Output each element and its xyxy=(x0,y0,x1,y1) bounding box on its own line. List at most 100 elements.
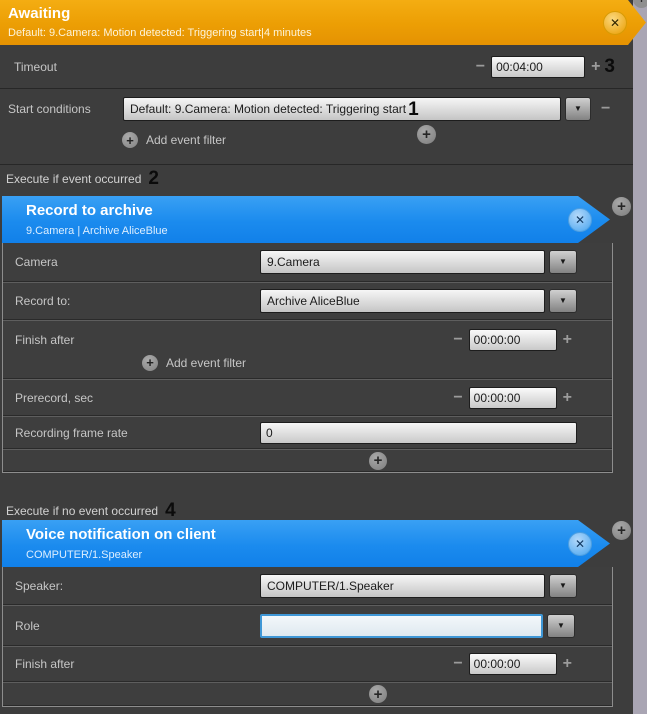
record-panel-body: Camera 9.Camera ▼ Record to: Archive Ali… xyxy=(2,243,613,473)
record-to-value: Archive AliceBlue xyxy=(267,294,360,308)
timeout-input[interactable] xyxy=(491,56,585,78)
role-row: Role ▼ xyxy=(3,605,612,646)
voice-panel-body: Speaker: COMPUTER/1.Speaker ▼ Role ▼ xyxy=(2,567,613,707)
timeout-increment-button[interactable]: + xyxy=(591,59,600,75)
camera-select[interactable]: 9.Camera xyxy=(260,250,545,274)
section-execute-no-event-label: Execute if no event occurred xyxy=(6,504,158,518)
section-execute-event: Execute if event occurred 2 xyxy=(6,169,159,188)
finish-after-input[interactable] xyxy=(469,329,557,351)
voice-panel-subtitle: COMPUTER/1.Speaker xyxy=(26,549,142,561)
timeout-row: Timeout − + 3 xyxy=(0,45,633,89)
plus-icon: + xyxy=(374,687,383,702)
window-subtitle: Default: 9.Camera: Motion detected: Trig… xyxy=(8,27,312,39)
remove-condition-button[interactable]: − xyxy=(601,101,610,117)
record-add-row: + xyxy=(3,449,612,472)
add-action-button-no-event[interactable]: + xyxy=(612,521,631,540)
chevron-down-icon: ▼ xyxy=(557,622,565,630)
voice-finish-after-label: Finish after xyxy=(15,657,260,671)
speaker-select[interactable]: COMPUTER/1.Speaker xyxy=(260,574,545,598)
add-event-filter-icon: + xyxy=(122,132,138,148)
finish-after-decrement-button[interactable]: − xyxy=(453,332,462,348)
finish-after-label: Finish after xyxy=(15,333,260,347)
record-to-row: Record to: Archive AliceBlue ▼ xyxy=(3,282,612,320)
start-conditions-row: Start conditions Default: 9.Camera: Moti… xyxy=(0,89,633,121)
record-add-event-filter[interactable]: + Add event filter xyxy=(142,355,602,371)
record-to-archive-panel: Record to archive 9.Camera | Archive Ali… xyxy=(0,196,633,473)
close-button[interactable]: ✕ xyxy=(603,11,627,35)
voice-panel-header: Voice notification on client COMPUTER/1.… xyxy=(2,520,610,567)
camera-value: 9.Camera xyxy=(267,255,320,269)
close-icon: ✕ xyxy=(575,213,585,227)
record-add-button[interactable]: + xyxy=(369,452,387,470)
prerecord-input[interactable] xyxy=(469,387,557,409)
record-to-label: Record to: xyxy=(15,294,260,308)
finish-after-increment-button[interactable]: + xyxy=(563,332,572,348)
camera-label: Camera xyxy=(15,255,260,269)
chevron-down-icon: ▼ xyxy=(559,582,567,590)
finish-after-spinner: − + xyxy=(453,329,572,351)
voice-add-row: + xyxy=(3,682,612,706)
add-event-filter-label: Add event filter xyxy=(146,133,226,147)
record-add-event-filter-label: Add event filter xyxy=(166,356,246,370)
record-panel-subtitle: 9.Camera | Archive AliceBlue xyxy=(26,225,168,237)
frame-rate-input[interactable] xyxy=(260,422,577,444)
role-label: Role xyxy=(15,619,260,633)
add-action-button-event[interactable]: + xyxy=(612,197,631,216)
record-panel-close-button[interactable]: ✕ xyxy=(568,208,592,232)
chevron-down-icon: ▼ xyxy=(559,258,567,266)
frame-rate-label: Recording frame rate xyxy=(15,426,260,440)
close-icon: ✕ xyxy=(575,537,585,551)
section-execute-no-event: Execute if no event occurred 4 xyxy=(6,501,176,520)
role-dropdown-button[interactable]: ▼ xyxy=(547,614,575,638)
voice-finish-after-input[interactable] xyxy=(469,653,557,675)
close-icon: ✕ xyxy=(610,16,620,30)
annotation-1: 1 xyxy=(408,100,419,119)
window-title: Awaiting xyxy=(8,5,70,22)
plus-icon: + xyxy=(617,199,626,214)
voice-panel-close-button[interactable]: ✕ xyxy=(568,532,592,556)
record-panel-header: Record to archive 9.Camera | Archive Ali… xyxy=(2,196,610,243)
plus-icon: + xyxy=(617,523,626,538)
annotation-2: 2 xyxy=(148,169,159,188)
speaker-label: Speaker: xyxy=(15,579,260,593)
record-to-select[interactable]: Archive AliceBlue xyxy=(260,289,545,313)
role-select[interactable] xyxy=(260,614,543,638)
voice-finish-after-spinner: − + xyxy=(453,653,572,675)
chevron-down-icon: ▼ xyxy=(559,297,567,305)
timeout-label: Timeout xyxy=(14,60,57,74)
finish-after-row: Finish after − + + Add event filter xyxy=(3,320,612,379)
start-conditions-block: Start conditions Default: 9.Camera: Moti… xyxy=(0,89,633,165)
chevron-down-icon: ▼ xyxy=(574,105,582,113)
prerecord-spinner: − + xyxy=(453,387,572,409)
window-header: Awaiting Default: 9.Camera: Motion detec… xyxy=(0,0,646,45)
start-conditions-value: Default: 9.Camera: Motion detected: Trig… xyxy=(130,102,406,116)
voice-add-button[interactable]: + xyxy=(369,685,387,703)
awaiting-dialog: + Awaiting Default: 9.Camera: Motion det… xyxy=(0,0,647,714)
frame-rate-row: Recording frame rate xyxy=(3,416,612,449)
prerecord-row: Prerecord, sec − + xyxy=(3,379,612,416)
camera-dropdown-button[interactable]: ▼ xyxy=(549,250,577,274)
add-event-filter[interactable]: + Add event filter xyxy=(122,132,633,148)
record-to-dropdown-button[interactable]: ▼ xyxy=(549,289,577,313)
annotation-4: 4 xyxy=(165,501,176,520)
start-conditions-dropdown-button[interactable]: ▼ xyxy=(565,97,591,121)
add-event-filter-icon: + xyxy=(142,355,158,371)
start-conditions-select[interactable]: Default: 9.Camera: Motion detected: Trig… xyxy=(123,97,561,121)
record-panel-title: Record to archive xyxy=(26,202,153,219)
plus-icon: + xyxy=(374,453,383,468)
speaker-dropdown-button[interactable]: ▼ xyxy=(549,574,577,598)
prerecord-decrement-button[interactable]: − xyxy=(453,390,462,406)
timeout-spinner: − + xyxy=(476,56,601,78)
speaker-value: COMPUTER/1.Speaker xyxy=(267,579,394,593)
prerecord-increment-button[interactable]: + xyxy=(563,390,572,406)
start-conditions-label: Start conditions xyxy=(8,102,123,116)
right-background-strip xyxy=(633,0,647,714)
voice-finish-increment-button[interactable]: + xyxy=(563,656,572,672)
plus-icon: + xyxy=(422,127,431,142)
annotation-3: 3 xyxy=(604,57,615,76)
timeout-decrement-button[interactable]: − xyxy=(476,59,485,75)
voice-finish-after-row: Finish after − + xyxy=(3,646,612,682)
prerecord-label: Prerecord, sec xyxy=(15,391,260,405)
voice-finish-decrement-button[interactable]: − xyxy=(453,656,462,672)
voice-panel-title: Voice notification on client xyxy=(26,526,216,543)
